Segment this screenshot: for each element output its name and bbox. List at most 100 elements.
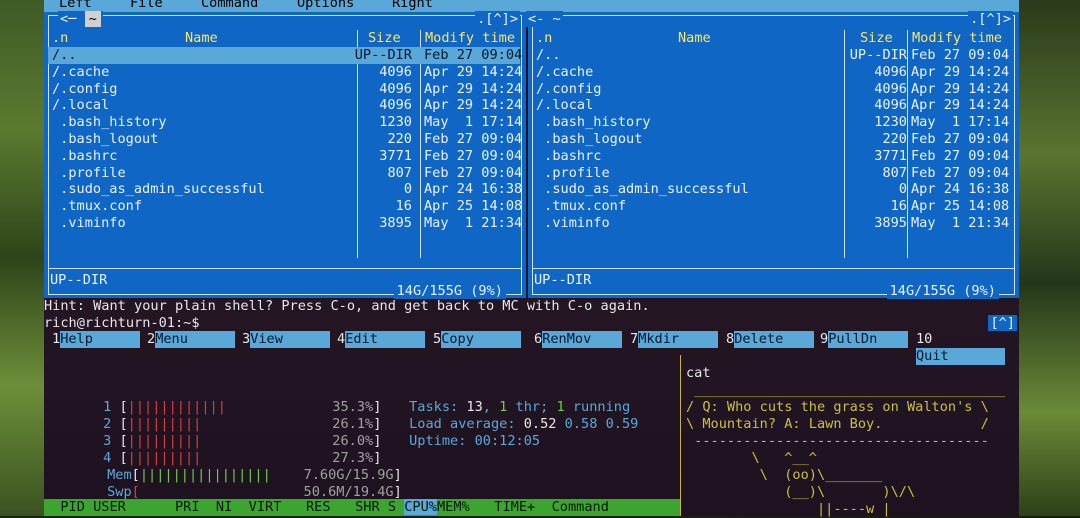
- col-pid[interactable]: [44, 499, 60, 515]
- fkey-quit[interactable]: 10Quit: [916, 331, 1019, 365]
- file-name: .viminfo: [52, 215, 126, 231]
- cowsay-line: \ Mountain? A: Lawn Boy. /: [686, 416, 989, 432]
- panel-divider: [532, 268, 1015, 269]
- fkey-renmov[interactable]: 6RenMov: [534, 331, 623, 348]
- function-key-bar: 1Help 2Menu 3View 4Edit 5Copy 6RenMov 7Mkdir 8D…: [44, 331, 1019, 365]
- menu-command[interactable]: Command: [201, 0, 258, 11]
- fkey-label: PullDn: [828, 331, 909, 348]
- file-name: /.cache: [536, 63, 594, 80]
- file-row[interactable]: .bashrc 3771 Feb 27 09:04: [44, 148, 526, 165]
- file-mtime: Apr 25 14:08: [911, 198, 1010, 215]
- col-size[interactable]: Size: [368, 30, 401, 46]
- file-row[interactable]: /.. UP--DIR Feb 27 09:04: [48, 47, 522, 64]
- col-cpu[interactable]: CPU%: [404, 499, 437, 515]
- panel-divider: [48, 268, 522, 269]
- right-panel-path[interactable]: <- ~: [526, 11, 563, 27]
- left-panel-status: UP--DIR: [50, 272, 108, 288]
- col-n[interactable]: .n: [536, 30, 552, 46]
- file-row[interactable]: .sudo_as_admin_successful 0 Apr 24 16:38: [528, 181, 1019, 198]
- file-row[interactable]: .profile 807 Feb 27 09:04: [44, 165, 526, 182]
- col-mem[interactable]: MEM%: [437, 499, 470, 515]
- prompt-history-button[interactable]: [^]: [988, 315, 1017, 331]
- file-mtime: May 1 17:14: [911, 114, 1010, 131]
- file-row[interactable]: .tmux.conf 16 Apr 25 14:08: [528, 198, 1019, 215]
- right-panel-history[interactable]: .[^]>: [968, 11, 1013, 27]
- fkey-number: 3: [242, 331, 251, 347]
- fkey-menu[interactable]: 2Menu: [147, 331, 236, 348]
- col-command[interactable]: Command: [552, 499, 609, 515]
- file-size: UP--DIR: [849, 47, 907, 63]
- fkey-number: 10: [916, 331, 933, 347]
- wallpaper-right: [1018, 0, 1080, 516]
- col-mtime[interactable]: Modify time: [912, 30, 1002, 46]
- col-pid[interactable]: PID: [60, 499, 85, 515]
- load-5: 0.58: [564, 416, 598, 432]
- left-panel-history[interactable]: .[^]>: [475, 11, 520, 27]
- col-pri[interactable]: PRI: [175, 499, 200, 515]
- fkey-edit[interactable]: 4Edit: [337, 331, 426, 348]
- fkey-mkdir[interactable]: 7Mkdir: [630, 331, 719, 348]
- col-user[interactable]: USER: [93, 499, 126, 515]
- file-row[interactable]: .bash_history 1230 May 1 17:14: [44, 114, 526, 131]
- col-name[interactable]: Name: [185, 30, 218, 46]
- file-mtime: May 1 21:34: [424, 215, 523, 231]
- fkey-copy[interactable]: 5Copy: [433, 331, 522, 348]
- file-mtime: Apr 29 14:24: [911, 80, 1010, 97]
- file-row[interactable]: /.config 4096 Apr 29 14:24: [528, 81, 1019, 98]
- col-size[interactable]: Size: [860, 30, 893, 46]
- file-row[interactable]: /.cache 4096 Apr 29 14:24: [528, 64, 1019, 81]
- right-panel[interactable]: <- ~ .[^]> .n Name Size Modify time /.. U…: [526, 11, 1019, 299]
- file-row[interactable]: /.local 4096 Apr 29 14:24: [528, 97, 1019, 114]
- fkey-view[interactable]: 3View: [242, 331, 331, 348]
- left-panel[interactable]: <─ ~ .[^]> .n Name Size Modify time /.. U…: [44, 11, 526, 299]
- file-row[interactable]: .viminfo 3895 May 1 21:34: [44, 215, 526, 232]
- cat-command: cat: [686, 365, 711, 381]
- file-mtime: Feb 27 09:04: [911, 147, 1010, 164]
- menu-options[interactable]: Options: [297, 0, 354, 11]
- fkey-label: Mkdir: [638, 331, 719, 348]
- cowsay-line: ______________________________________: [686, 382, 1006, 398]
- file-row[interactable]: /.. UP--DIR Feb 27 09:04: [528, 47, 1019, 64]
- file-name: .bashrc: [536, 147, 602, 164]
- col-name[interactable]: Name: [678, 30, 711, 46]
- tmux-pane-divider[interactable]: [680, 355, 681, 516]
- menu-left[interactable]: Left: [59, 0, 92, 11]
- left-panel-path-indicator[interactable]: ~: [84, 11, 101, 27]
- file-row[interactable]: .bash_history 1230 May 1 17:14: [528, 114, 1019, 131]
- col-mtime[interactable]: Modify time: [425, 30, 515, 46]
- file-size: 0: [403, 181, 412, 198]
- file-row[interactable]: .profile 807 Feb 27 09:04: [528, 165, 1019, 182]
- file-row[interactable]: /.cache 4096 Apr 29 14:24: [44, 64, 526, 81]
- shell-prompt[interactable]: rich@richturn-01:~$: [44, 315, 200, 331]
- fkey-help[interactable]: 1Help: [52, 331, 141, 348]
- col-shr[interactable]: SHR: [355, 499, 380, 515]
- col-res[interactable]: RES: [306, 499, 331, 515]
- file-name: .bashrc: [52, 147, 118, 164]
- col-n[interactable]: .n: [52, 30, 68, 46]
- col-state[interactable]: S: [388, 499, 396, 515]
- col-virt[interactable]: VIRT: [249, 499, 282, 515]
- file-size: 16: [395, 198, 412, 215]
- file-row[interactable]: .viminfo 3895 May 1 21:34: [528, 215, 1019, 232]
- file-row[interactable]: .tmux.conf 16 Apr 25 14:08: [44, 198, 526, 215]
- file-name: .profile: [536, 164, 610, 181]
- file-mtime: Feb 27 09:04: [424, 164, 523, 181]
- fkey-delete[interactable]: 8Delete: [726, 331, 815, 348]
- load-line: Load average: 0.52 0.58 0.59: [360, 399, 638, 432]
- col-ni[interactable]: NI: [216, 499, 232, 515]
- file-size: 807: [882, 164, 907, 181]
- file-row[interactable]: /.local 4096 Apr 29 14:24: [44, 97, 526, 114]
- file-row[interactable]: /.config 4096 Apr 29 14:24: [44, 81, 526, 98]
- col-time[interactable]: TIME+: [494, 499, 535, 515]
- terminal-window[interactable]: Left File Command Options Right <─ ~ .[^…: [44, 0, 1019, 517]
- menu-file[interactable]: File: [130, 0, 163, 11]
- fkey-pulldn[interactable]: 9PullDn: [820, 331, 909, 348]
- file-row[interactable]: .bashrc 3771 Feb 27 09:04: [528, 148, 1019, 165]
- menu-right[interactable]: Right: [392, 0, 433, 11]
- file-row[interactable]: .bash_logout 220 Feb 27 09:04: [528, 131, 1019, 148]
- file-name: .bash_history: [536, 114, 651, 131]
- file-row[interactable]: .bash_logout 220 Feb 27 09:04: [44, 131, 526, 148]
- htop-pane: 1 [|||||||||||| 35.3%] 2 [||||||||| 26.1…: [44, 355, 680, 516]
- file-row[interactable]: .sudo_as_admin_successful 0 Apr 24 16:38: [44, 181, 526, 198]
- cpu-meter: 1 [|||||||||||| 35.3%]: [103, 399, 382, 415]
